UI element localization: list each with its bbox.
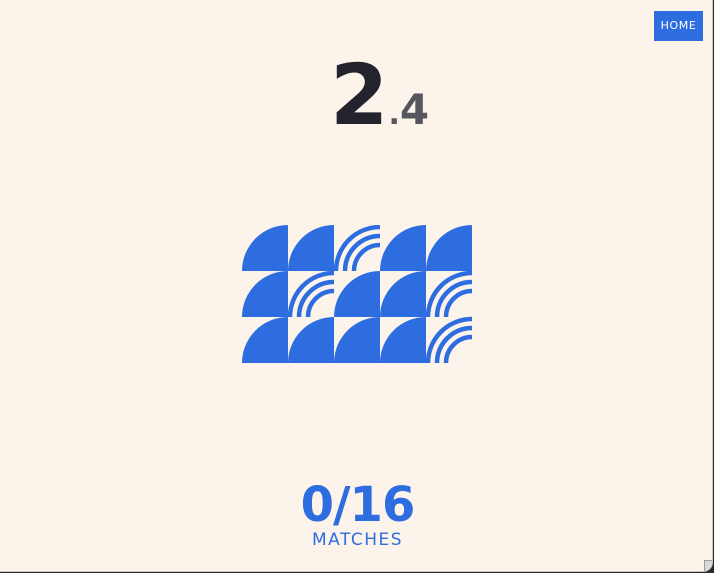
tile-r2-c4[interactable] [425, 316, 473, 364]
tile-r1-c4[interactable] [425, 270, 473, 318]
tile-r2-c3[interactable] [380, 317, 426, 363]
tile-r2-c0[interactable] [242, 317, 288, 363]
tile-r0-c1[interactable] [288, 225, 334, 271]
tile-r1-c0[interactable] [242, 271, 288, 317]
tile-r0-c4[interactable] [426, 225, 472, 271]
tile-board [242, 225, 473, 364]
tile-r0-c2[interactable] [333, 225, 381, 272]
level-minor-number: 4 [399, 85, 430, 134]
level-indicator: 2 . 4 [330, 50, 429, 140]
tile-r2-c2[interactable] [334, 317, 380, 363]
home-button[interactable]: HOME [654, 11, 703, 41]
match-label: MATCHES [311, 530, 404, 550]
match-count: 0/16 [300, 477, 416, 533]
tile-r1-c1[interactable] [287, 270, 335, 318]
tile-r1-c2[interactable] [334, 271, 380, 317]
match-score: 0/16 MATCHES [250, 478, 465, 550]
tile-r0-c0[interactable] [242, 225, 288, 271]
level-major-number: 2 [330, 46, 388, 144]
game-screen: HOME 2 . 4 0/16 MATCHES [0, 0, 713, 572]
tile-r1-c3[interactable] [380, 271, 426, 317]
tile-r0-c3[interactable] [380, 225, 426, 271]
resize-handle[interactable] [704, 560, 712, 571]
tile-r2-c1[interactable] [288, 317, 334, 363]
level-separator: . [388, 97, 400, 132]
